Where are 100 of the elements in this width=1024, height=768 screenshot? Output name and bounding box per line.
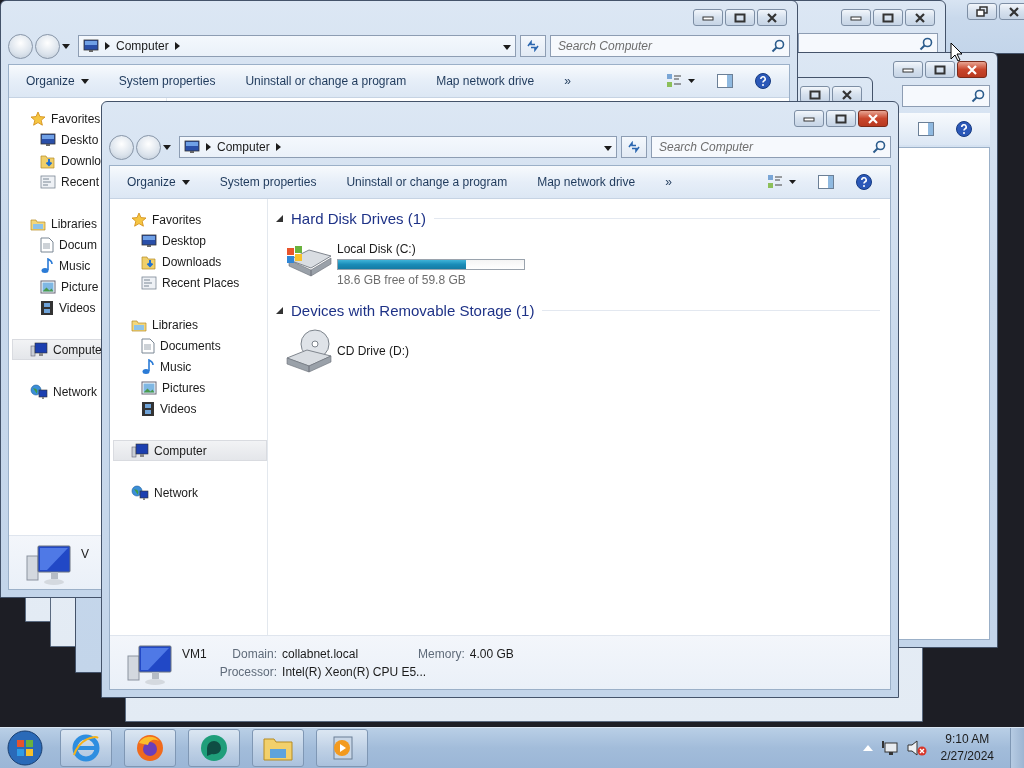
help-icon[interactable] [956,121,972,137]
search-icon[interactable] [919,37,933,51]
browser-e-icon [71,733,101,763]
close-button[interactable] [858,110,888,127]
toolbar-button[interactable]: Uninstall or change a program [238,69,414,93]
nav-item[interactable]: Music [113,356,267,377]
computer-icon [25,544,73,588]
nav-label: Pictures [162,380,206,395]
restore-button[interactable] [967,3,997,20]
search-field[interactable] [798,33,938,55]
maximize-icon [934,64,946,75]
nav-item[interactable]: Picture [12,276,100,297]
maximize-button[interactable] [873,9,903,26]
preview-pane-icon[interactable] [918,122,934,136]
computer-icon [83,39,99,53]
toolbar-button[interactable]: System properties [212,170,324,194]
close-button[interactable] [757,9,787,26]
nav-item[interactable]: Downlo [12,150,103,171]
nav-item[interactable]: Network [113,482,267,503]
minimize-icon [702,14,714,21]
chevron-icon [105,42,110,50]
network-icon[interactable] [880,740,899,756]
help-icon[interactable] [755,73,771,89]
preview-pane-icon[interactable] [717,74,733,88]
nav-label: Music [59,258,91,273]
nav-item[interactable]: Network [12,381,98,402]
nav-item[interactable]: Pictures [113,377,267,398]
nav-item[interactable]: Recent [12,171,101,192]
nav-item[interactable]: Libraries [113,314,267,335]
network-icon [30,383,48,400]
close-icon [914,12,926,23]
search-field[interactable]: Search Computer [651,136,891,158]
maximize-button[interactable] [826,110,856,127]
nav-item[interactable]: Documents [113,335,267,356]
close-icon [867,113,879,124]
nav-item[interactable]: Favorites [113,209,267,230]
group-heading: Hard Disk Drives (1) [291,209,426,227]
nav-item[interactable]: Deskto [12,129,100,150]
document-icon [141,337,155,354]
download-folder-icon [141,253,157,270]
toolbar-button[interactable]: System properties [111,69,223,93]
search-icon[interactable] [971,89,985,103]
search-field[interactable]: Search Computer [550,35,790,57]
more-button[interactable]: » [658,170,679,194]
views-icon[interactable] [667,74,695,88]
minimize-icon [902,66,914,73]
nav-item[interactable]: Videos [113,398,267,419]
maximize-button[interactable] [725,9,755,26]
search-icon[interactable] [872,140,886,154]
close-button[interactable] [905,9,935,26]
film-icon [40,299,54,316]
drive-name[interactable]: CD Drive (D:) [337,344,409,358]
search-field[interactable] [902,85,990,107]
toolbar-button[interactable]: Organize [19,69,96,93]
taskbar-button[interactable] [124,729,176,767]
nav-label: Downlo [61,153,102,168]
preview-pane-icon[interactable] [818,175,834,189]
nav-label: Favorites [152,212,202,227]
document-icon [40,236,54,253]
address-bar[interactable]: Computer [179,136,617,158]
toolbar-button[interactable]: Map network drive [429,69,542,93]
taskbar-button[interactable] [188,729,240,767]
computer-icon [30,341,48,358]
detail-value: Intel(R) Xeon(R) CPU E5... [282,665,428,679]
nav-item[interactable]: Recent Places [113,272,267,293]
maximize-icon [882,12,894,23]
nav-item[interactable]: Computer [113,440,267,461]
toolbar-button[interactable]: Map network drive [530,170,643,194]
nav-item[interactable]: Videos [12,297,97,318]
nav-item[interactable]: Music [12,255,92,276]
views-icon[interactable] [768,175,796,189]
help-icon[interactable] [856,174,872,190]
detail-value: collabnet.local [282,647,359,661]
close-button[interactable] [999,3,1024,20]
search-icon[interactable] [771,39,785,53]
caret-icon [181,179,190,185]
expand-triangle-icon[interactable] [276,214,283,222]
drive-name[interactable]: Local Disk (C:) [337,242,525,256]
nav-item[interactable]: Favorites [12,108,102,129]
cd-drive-icon[interactable] [285,326,333,374]
toolbar-button[interactable]: Uninstall or change a program [339,170,515,194]
expand-triangle-icon[interactable] [276,306,283,314]
refresh-button[interactable] [520,35,546,57]
nav-label: Videos [160,401,197,416]
speaker-icon[interactable] [906,740,927,756]
maximize-button[interactable] [925,61,955,78]
close-button[interactable] [957,61,987,78]
more-button[interactable]: » [557,69,578,93]
free-space-text: 18.6 GB free of 59.8 GB [337,273,467,287]
nav-item[interactable]: Compute [12,339,103,360]
address-bar[interactable]: Computer [78,35,516,57]
music-note-icon [141,358,155,375]
toolbar-button[interactable]: Organize [120,170,197,194]
nav-item[interactable]: Desktop [113,230,267,251]
nav-item[interactable]: Docum [12,234,98,255]
start-button[interactable] [4,728,46,768]
film-icon [141,400,155,417]
nav-item[interactable]: Downloads [113,251,267,272]
nav-item[interactable]: Libraries [12,213,99,234]
refresh-button[interactable] [621,136,647,158]
